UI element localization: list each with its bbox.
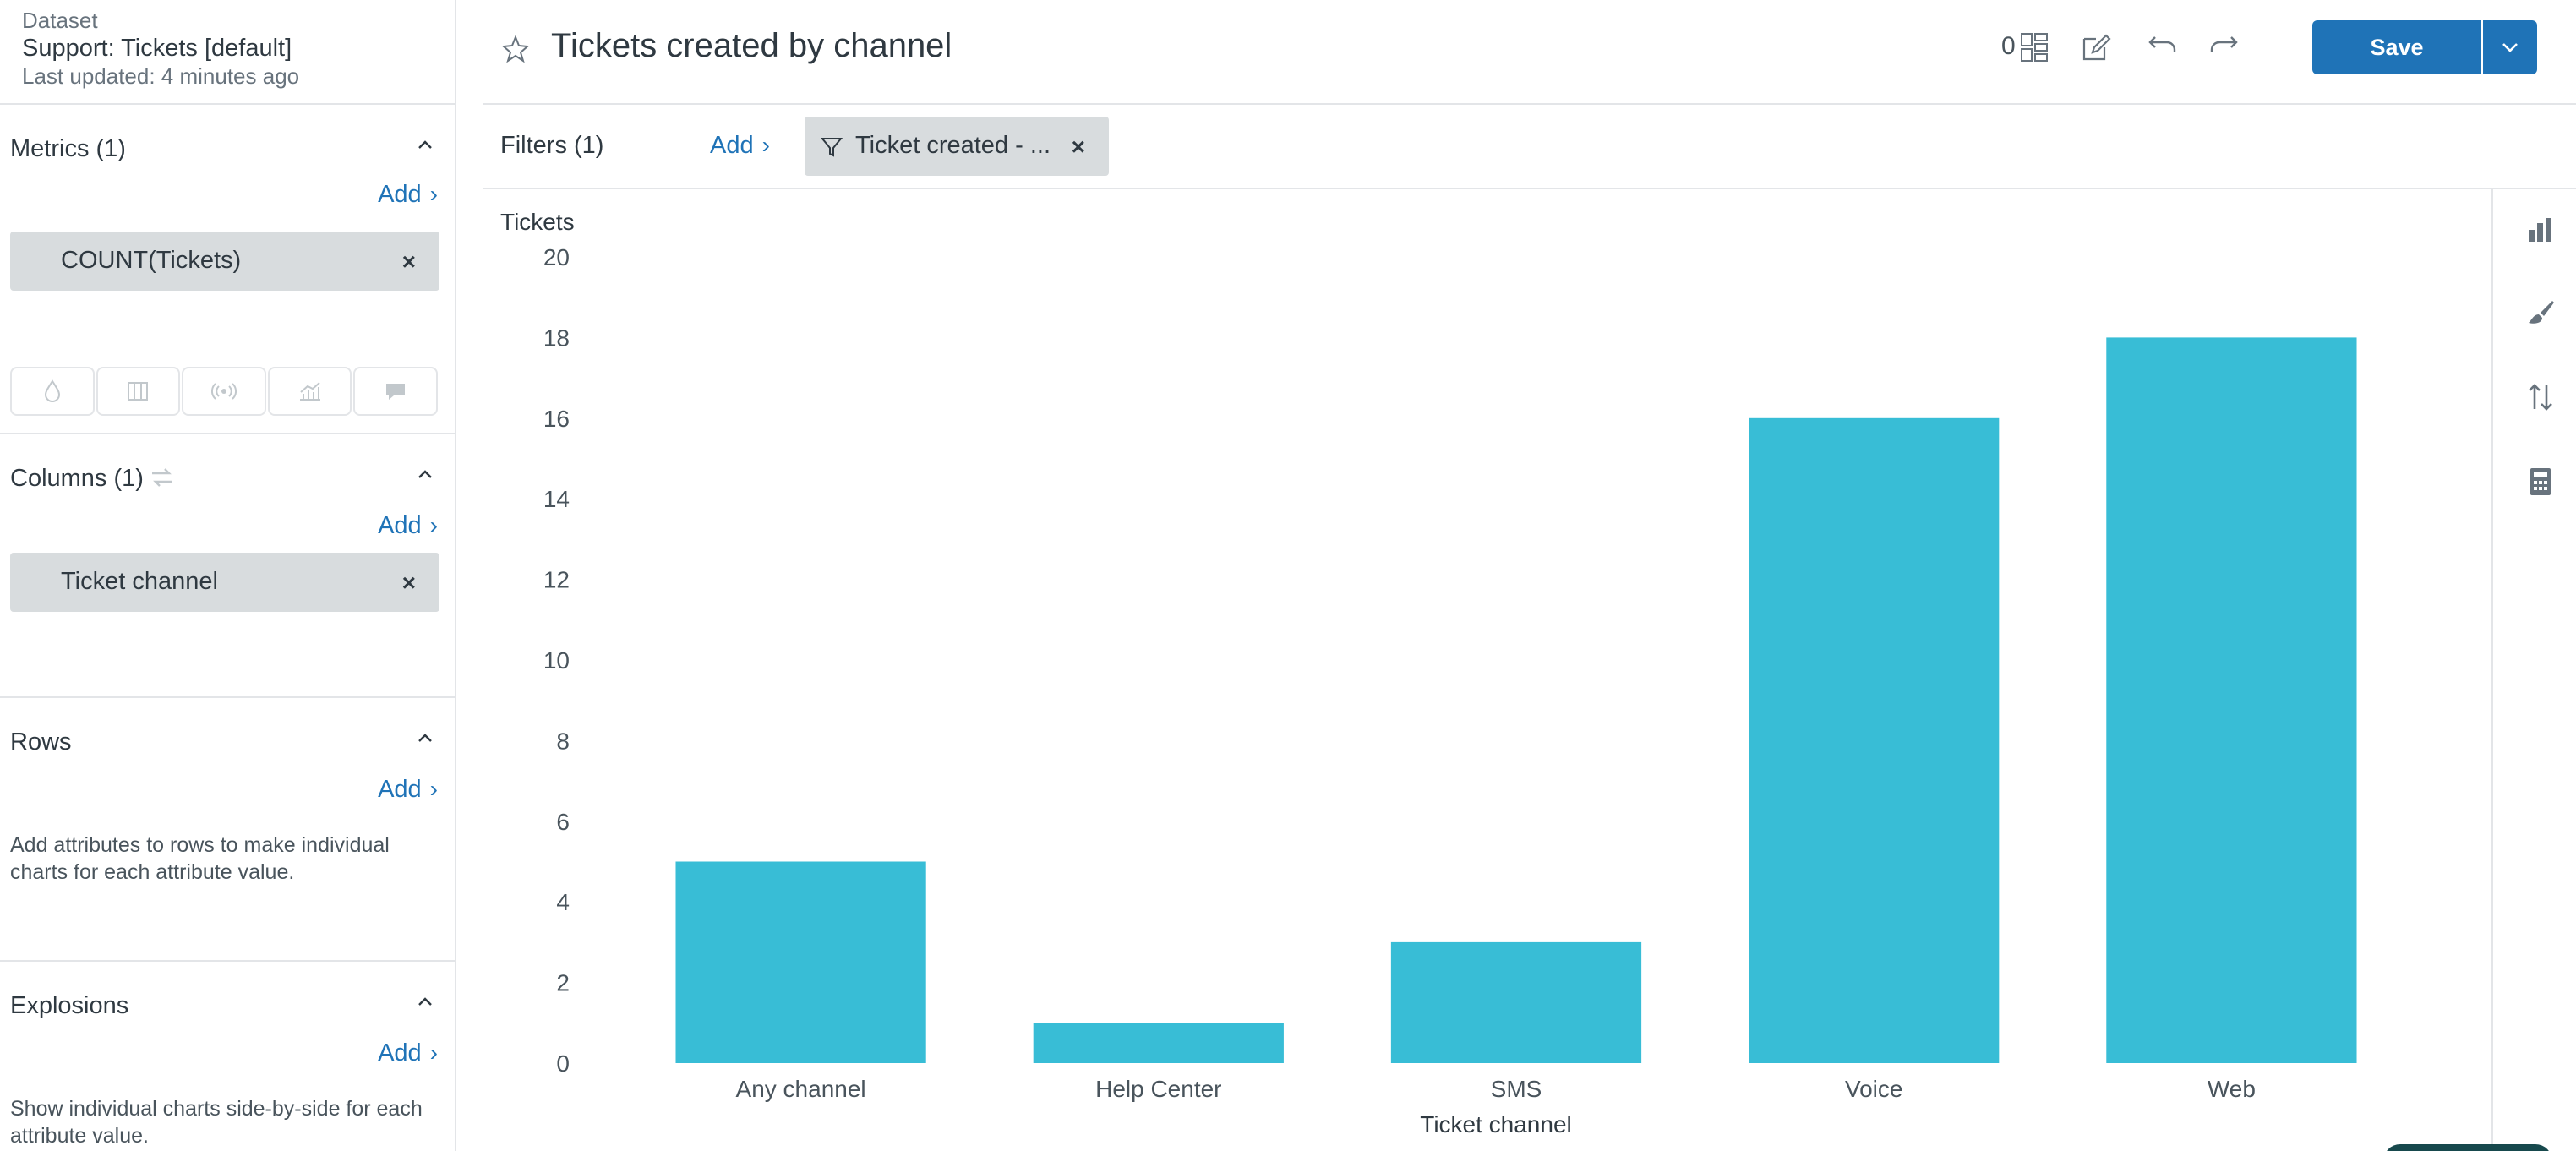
redo-icon[interactable] [2208,32,2240,63]
column-pill[interactable]: Ticket channel × [10,553,439,612]
columns-add-link[interactable]: Add › [378,512,438,540]
calculator-icon[interactable] [2525,466,2556,497]
right-rail [2491,189,2576,1151]
widget-count: 0 [2001,32,2016,60]
chevron-right-icon: › [429,181,438,207]
x-tick-label: Help Center [1095,1076,1221,1102]
undo-icon[interactable] [2147,32,2179,63]
y-axis-label: Tickets [500,209,575,235]
swap-icon[interactable] [149,465,176,490]
filter-icon [820,138,843,157]
report-header: Tickets created by channel 0 Save [483,0,2576,105]
chevron-right-icon: › [429,1039,438,1066]
y-tick-label: 20 [543,244,570,270]
x-tick-label: Voice [1845,1076,1903,1102]
rows-add-label: Add [378,776,422,803]
metrics-add-label: Add [378,181,422,208]
save-options-button[interactable] [2483,20,2537,74]
save-button[interactable]: Save [2312,20,2481,74]
left-panel: Dataset Support: Tickets [default] Last … [0,0,456,1151]
dataset-name[interactable]: Support: Tickets [default] [22,34,434,63]
x-tick-label: Any channel [736,1076,866,1102]
bar[interactable] [1033,1023,1284,1063]
chevron-down-icon [2502,43,2518,52]
x-axis-label: Ticket channel [1420,1111,1572,1137]
rows-add-link[interactable]: Add › [378,776,438,804]
rows-help-text: Add attributes to rows to make individua… [10,833,390,884]
chart-trend-icon[interactable] [267,367,352,416]
filters-add-label: Add [710,132,754,159]
metrics-add-link[interactable]: Add › [378,181,438,209]
broadcast-icon[interactable] [182,367,266,416]
bar-chart: Tickets Ticket channel 0 2 4 6 8 10 12 14 16 18 20… [500,209,2357,1137]
filter-bar: Filters (1) Add › Ticket created - ... × [483,105,2576,189]
rows-title: Rows [10,728,72,756]
drop-icon[interactable] [10,367,95,416]
comment-icon[interactable] [353,367,438,416]
metric-pill[interactable]: COUNT(Tickets) × [10,232,439,291]
dataset-label: Dataset [22,8,98,33]
report-title[interactable]: Tickets created by channel [551,27,952,65]
chevron-up-icon[interactable] [414,463,436,485]
columns-title: Columns (1) [10,465,144,492]
columns-section: Columns (1) Add › Ticket channel × [0,434,455,698]
filters-add-link[interactable]: Add › [710,132,770,160]
bar[interactable] [1390,941,1642,1063]
sort-icon[interactable] [2525,382,2556,412]
help-button[interactable] [2383,1144,2552,1151]
explosions-help-text: Show individual charts side-by-side for … [10,1097,423,1148]
star-icon[interactable] [500,34,531,64]
edit-icon[interactable] [2081,32,2111,63]
dashboard-widgets-icon[interactable] [2020,32,2049,63]
y-tick-label: 10 [543,647,570,674]
y-tick-label: 16 [543,406,570,432]
chevron-up-icon[interactable] [414,990,436,1012]
explosions-add-label: Add [378,1039,422,1066]
y-tick-label: 0 [556,1050,570,1077]
x-tick-label: SMS [1491,1076,1542,1102]
explosions-section: Explosions Add › Show individual charts s… [0,962,455,1151]
bar[interactable] [1749,417,2000,1063]
bar[interactable] [2106,337,2357,1063]
metrics-section: Metrics (1) Add › COUNT(Tickets) × [0,105,455,434]
close-icon[interactable]: × [402,570,416,597]
dataset-updated: Last updated: 4 minutes ago [22,63,300,89]
y-tick-label: 12 [543,567,570,593]
columns-add-label: Add [378,512,422,539]
columns-icon[interactable] [96,367,181,416]
chevron-right-icon: › [429,512,438,538]
y-tick-label: 8 [556,728,570,754]
bar[interactable] [675,861,926,1064]
column-pill-label: Ticket channel [61,568,218,595]
filter-pill[interactable]: Ticket created - ... × [805,117,1109,176]
metric-pill-label: COUNT(Tickets) [61,247,242,274]
y-tick-label: 2 [556,970,570,996]
chart-area: Tickets Ticket channel 0 2 4 6 8 10 12 14 16 18 20… [483,189,2491,1151]
chevron-right-icon: › [761,132,770,158]
metrics-title: Metrics (1) [10,135,126,162]
filter-pill-label: Ticket created - ... [855,132,1051,159]
chevron-up-icon[interactable] [414,727,436,749]
explosions-add-link[interactable]: Add › [378,1039,438,1067]
metric-options-tabs [10,367,439,416]
y-tick-label: 14 [543,486,570,512]
y-tick-label: 6 [556,809,570,835]
close-icon[interactable]: × [1072,134,1085,161]
chevron-up-icon[interactable] [414,134,436,155]
filters-label: Filters (1) [500,132,604,159]
y-tick-label: 18 [543,325,570,351]
dataset-info[interactable]: Dataset Support: Tickets [default] Last … [0,0,455,105]
bar-chart-icon[interactable] [2525,215,2556,245]
x-tick-label: Web [2208,1076,2256,1102]
close-icon[interactable]: × [402,248,416,275]
explosions-title: Explosions [10,992,129,1019]
y-tick-label: 4 [556,889,570,915]
paintbrush-icon[interactable] [2525,297,2556,328]
chevron-right-icon: › [429,776,438,802]
rows-section: Rows Add › Add attributes to rows to make… [0,698,455,962]
